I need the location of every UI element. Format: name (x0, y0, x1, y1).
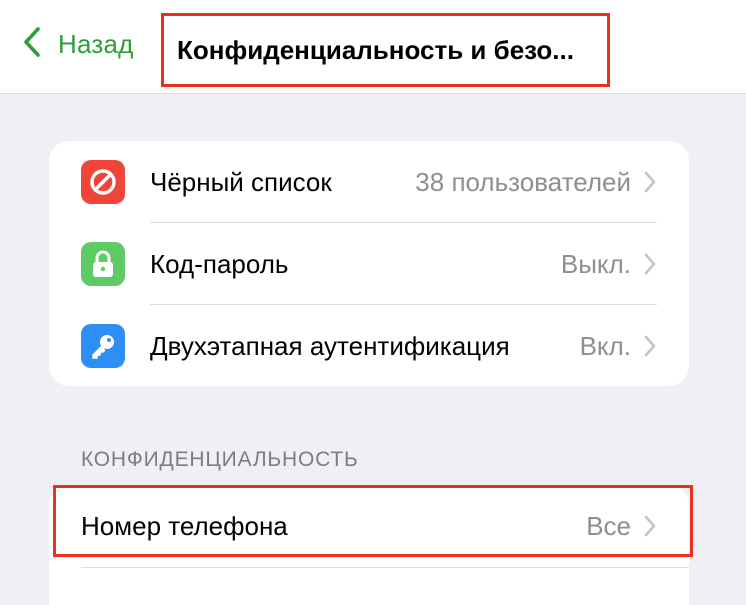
chevron-right-icon (644, 335, 656, 357)
back-button[interactable]: Назад (22, 26, 134, 62)
chevron-right-icon (644, 171, 656, 193)
navigation-bar: Назад Конфиденциальность и безо... (0, 0, 746, 94)
row-label: Двухэтапная аутентификация (150, 330, 510, 361)
lock-icon (81, 242, 125, 286)
chevron-left-icon (22, 26, 42, 63)
row-value: 38 пользователей (415, 166, 631, 197)
passcode-row[interactable]: Код-пароль Выкл. (49, 223, 689, 305)
row-label: Код-пароль (150, 248, 289, 279)
title-highlight: Конфиденциальность и безо... (161, 13, 610, 87)
divider (81, 567, 689, 568)
row-value: Все (586, 510, 631, 541)
row-label: Номер телефона (81, 510, 288, 541)
row-value: Вкл. (579, 330, 631, 361)
row-value: Выкл. (560, 248, 631, 279)
page-title: Конфиденциальность и безо... (177, 34, 574, 65)
privacy-section-header: КОНФИДЕНЦИАЛЬНОСТЬ (81, 448, 359, 471)
block-icon (81, 160, 125, 204)
row-label: Чёрный список (150, 166, 332, 197)
two-step-verification-row[interactable]: Двухэтапная аутентификация Вкл. (49, 305, 689, 386)
chevron-right-icon (644, 515, 656, 537)
blocked-users-row[interactable]: Чёрный список 38 пользователей (49, 141, 689, 223)
back-label: Назад (58, 28, 134, 59)
key-icon (81, 324, 125, 368)
security-settings-group: Чёрный список 38 пользователей Код-парол… (49, 141, 689, 386)
phone-number-row[interactable]: Номер телефона Все (49, 485, 689, 567)
chevron-right-icon (644, 253, 656, 275)
privacy-settings-group: Номер телефона Все (49, 485, 689, 605)
